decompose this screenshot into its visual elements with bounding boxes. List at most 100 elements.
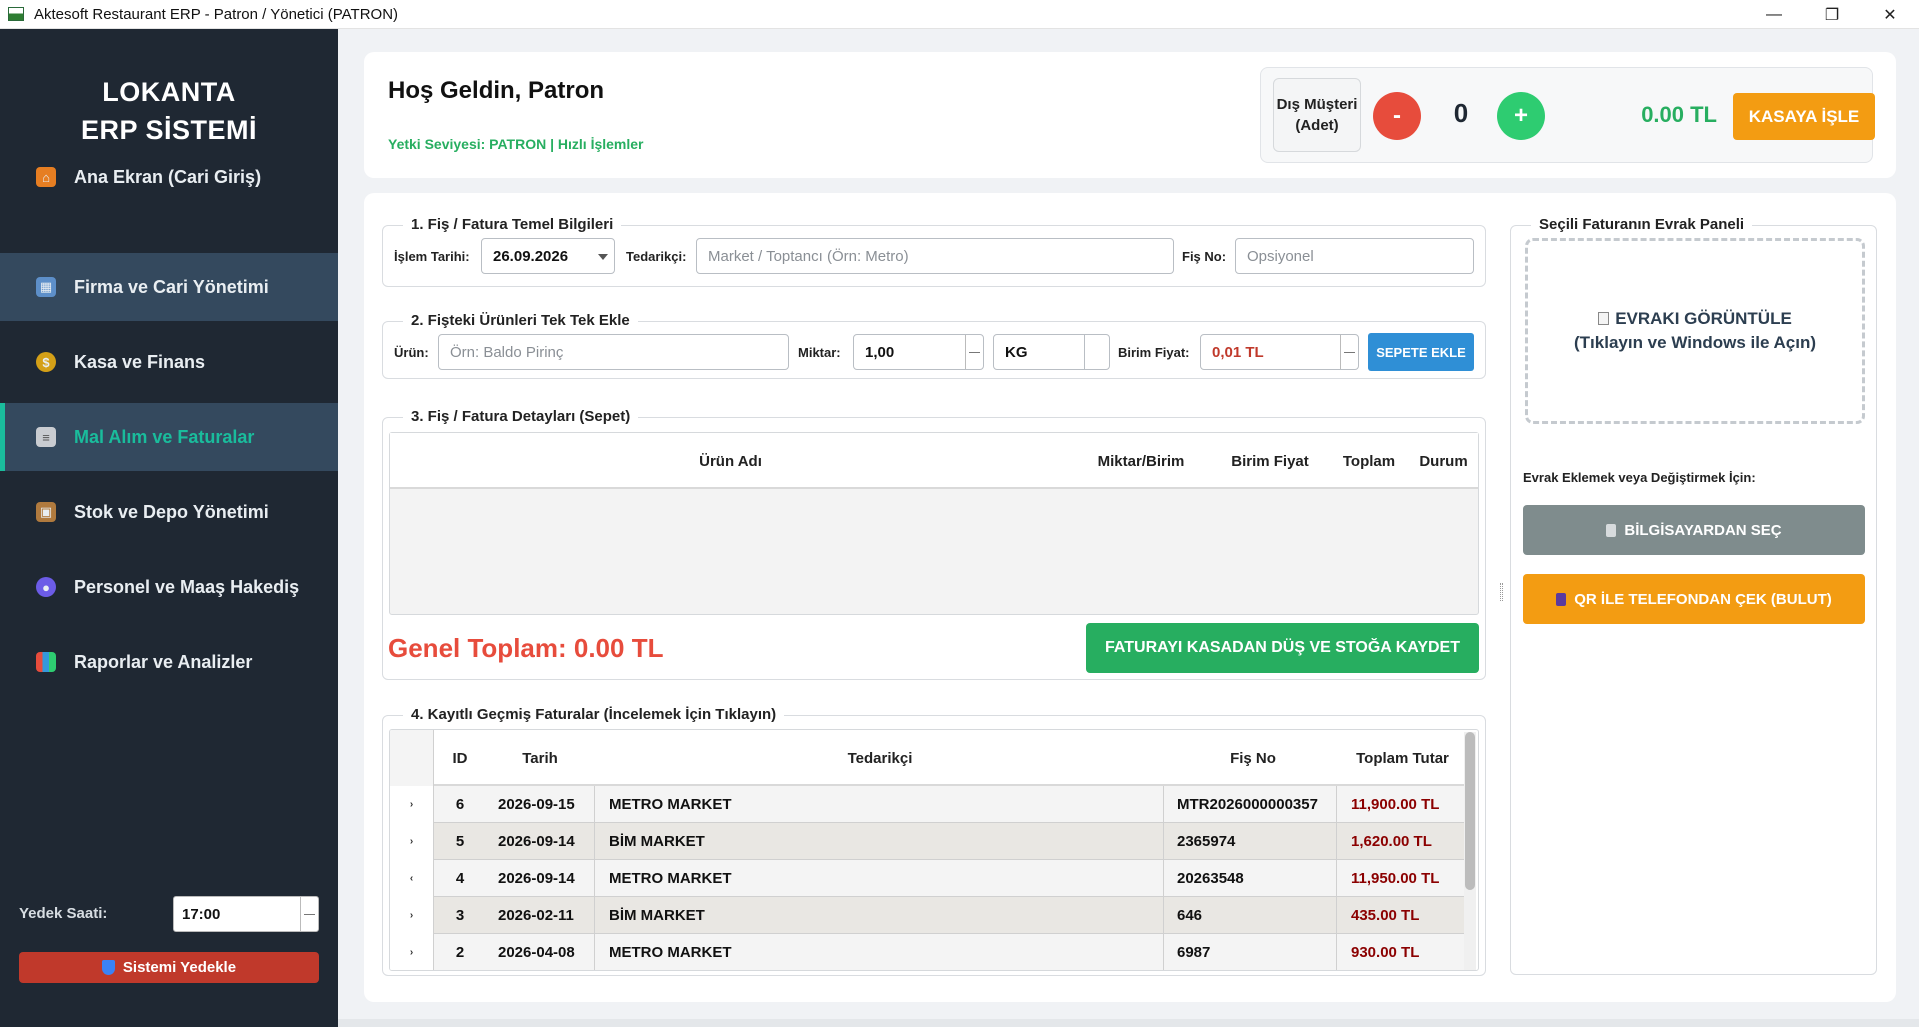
cell-divider	[1163, 786, 1164, 823]
table-row[interactable]: › 2 2026-04-08 METRO MARKET 6987 930.00 …	[390, 934, 1465, 970]
col-product-name[interactable]: Ürün Adı	[390, 433, 1071, 489]
shield-icon	[101, 960, 115, 975]
cell-id: 2	[455, 944, 465, 961]
increment-button[interactable]: +	[1497, 92, 1545, 140]
cell-divider	[594, 897, 595, 934]
cell-total-amount: 435.00 TL	[1351, 907, 1420, 924]
product-label: Ürün:	[394, 345, 429, 360]
panel-splitter-handle[interactable]	[1500, 583, 1503, 601]
cell-divider	[594, 786, 595, 823]
quantity-stepper[interactable]: 1,00	[853, 334, 984, 370]
col-supplier[interactable]: Tedarikçi	[594, 730, 1166, 786]
minimize-button[interactable]: —	[1745, 0, 1803, 29]
bar-chart-icon	[36, 652, 56, 672]
add-to-cart-button[interactable]: SEPETE EKLE	[1368, 333, 1474, 371]
sidebar-item-label: Mal Alım ve Faturalar	[74, 426, 255, 447]
sidebar-item-purchases[interactable]: ≡ Mal Alım ve Faturalar	[0, 403, 338, 471]
select-from-computer-button[interactable]: BİLGİSAYARDAN SEÇ	[1523, 505, 1865, 555]
row-header[interactable]: ›	[390, 934, 434, 970]
quantity-value: 1,00	[865, 343, 895, 361]
row-header[interactable]: ›	[390, 786, 434, 823]
chevron-down-icon[interactable]	[598, 254, 608, 260]
cell-total-amount: 1,620.00 TL	[1351, 833, 1432, 850]
vertical-scrollbar[interactable]	[1464, 732, 1476, 970]
doc-panel-title: Seçili Faturanın Evrak Paneli	[1531, 216, 1753, 233]
sidebar-item-home[interactable]: ⌂ Ana Ekran (Cari Giriş)	[0, 143, 338, 211]
product-placeholder: Örn: Baldo Pirinç	[450, 343, 564, 361]
col-unit-price[interactable]: Birim Fiyat	[1211, 433, 1329, 489]
backup-time-label: Yedek Saati:	[19, 905, 108, 922]
col-total-amount[interactable]: Toplam Tutar	[1340, 730, 1465, 786]
sidebar-item-label: Stok ve Depo Yönetimi	[74, 501, 269, 522]
cell-divider	[594, 823, 595, 860]
col-receipt-no[interactable]: Fiş No	[1166, 730, 1340, 786]
table-row[interactable]: › 6 2026-09-15 METRO MARKET MTR202600000…	[390, 786, 1465, 823]
house-icon: ⌂	[36, 167, 56, 187]
cell-supplier: METRO MARKET	[609, 870, 732, 887]
maximize-button[interactable]: ❐	[1803, 0, 1861, 29]
scrollbar-thumb[interactable]	[1465, 732, 1475, 890]
view-document-label: EVRAKI GÖRÜNTÜLE	[1615, 309, 1792, 328]
header-card: Hoş Geldin, Patron Yetki Seviyesi: PATRO…	[364, 52, 1896, 178]
cell-divider	[594, 860, 595, 897]
col-status[interactable]: Durum	[1409, 433, 1478, 489]
row-header[interactable]: ‹	[390, 860, 434, 897]
col-total[interactable]: Toplam	[1329, 433, 1409, 489]
guest-count: 0	[1453, 98, 1469, 128]
unit-price-stepper[interactable]: 0,01 TL	[1200, 334, 1359, 370]
time-stepper[interactable]	[300, 897, 318, 931]
cell-id: 5	[455, 833, 465, 850]
cell-divider	[1336, 860, 1337, 897]
col-date[interactable]: Tarih	[486, 730, 594, 786]
backup-time-input[interactable]: 17:00	[173, 896, 319, 932]
receipt-no-input[interactable]: Opsiyonel	[1235, 238, 1474, 274]
money-bag-icon: $	[36, 352, 56, 372]
window-title: Aktesoft Restaurant ERP - Patron / Yönet…	[34, 5, 399, 23]
sidebar-item-finance[interactable]: $ Kasa ve Finans	[0, 328, 338, 396]
unit-select[interactable]: KG	[993, 334, 1110, 370]
product-input[interactable]: Örn: Baldo Pirinç	[438, 334, 789, 370]
date-picker[interactable]: 26.09.2026	[481, 238, 615, 274]
guest-amount: 0.00 TL	[1641, 102, 1717, 127]
backup-button[interactable]: Sistemi Yedekle	[19, 952, 319, 983]
view-document-hint: (Tıklayın ve Windows ile Açın)	[1574, 333, 1816, 352]
cell-divider	[1336, 934, 1337, 970]
qr-phone-capture-button[interactable]: QR İLE TELEFONDAN ÇEK (BULUT)	[1523, 574, 1865, 624]
table-row[interactable]: › 5 2026-09-14 BİM MARKET 2365974 1,620.…	[390, 823, 1465, 860]
table-row[interactable]: ‹ 4 2026-09-14 METRO MARKET 20263548 11,…	[390, 860, 1465, 897]
guest-label-line-2: (Adet)	[1295, 117, 1339, 134]
row-header[interactable]: ›	[390, 823, 434, 860]
price-spin-buttons[interactable]	[1340, 335, 1358, 369]
col-id[interactable]: ID	[434, 730, 486, 786]
decrement-button[interactable]: -	[1373, 92, 1421, 140]
close-button[interactable]: ✕	[1861, 0, 1919, 29]
sidebar-item-reports[interactable]: Raporlar ve Analizler	[0, 628, 338, 696]
receipt-icon: ≡	[36, 427, 56, 447]
clip-icon	[1606, 523, 1617, 537]
sidebar-item-label: Firma ve Cari Yönetimi	[74, 276, 269, 297]
row-header[interactable]: ›	[390, 897, 434, 934]
view-document-area[interactable]: EVRAKI GÖRÜNTÜLE (Tıklayın ve Windows il…	[1525, 238, 1865, 424]
table-row[interactable]: › 3 2026-02-11 BİM MARKET 646 435.00 TL	[390, 897, 1465, 934]
col-quantity-unit[interactable]: Miktar/Birim	[1071, 433, 1211, 489]
window-controls: — ❐ ✕	[1745, 0, 1919, 29]
cell-receipt-no: 646	[1177, 907, 1203, 924]
cell-supplier: METRO MARKET	[609, 944, 732, 961]
brand-logo: LOKANTA ERP SİSTEMİ	[0, 73, 338, 149]
cell-receipt-no: 6987	[1177, 944, 1211, 961]
register-button[interactable]: KASAYA İŞLE	[1733, 93, 1875, 140]
save-invoice-button[interactable]: FATURAYI KASADAN DÜŞ VE STOĞA KAYDET	[1086, 623, 1479, 673]
supplier-input[interactable]: Market / Toptancı (Örn: Metro)	[696, 238, 1174, 274]
supplier-placeholder: Market / Toptancı (Örn: Metro)	[708, 247, 909, 265]
app-icon	[8, 7, 24, 21]
sidebar-item-companies[interactable]: ▦ Firma ve Cari Yönetimi	[0, 253, 338, 321]
quantity-spin-buttons[interactable]	[965, 335, 983, 369]
sidebar-item-personnel[interactable]: ● Personel ve Maaş Hakediş	[0, 553, 338, 621]
receipt-no-label: Fiş No:	[1182, 249, 1227, 264]
unit-dropdown-toggle[interactable]	[1084, 335, 1085, 369]
cell-id: 4	[455, 870, 465, 887]
section-1-title: 1. Fiş / Fatura Temel Bilgileri	[403, 216, 622, 233]
cell-total-amount: 930.00 TL	[1351, 944, 1420, 961]
sidebar-item-stock[interactable]: ▣ Stok ve Depo Yönetimi	[0, 478, 338, 546]
cart-table: Ürün Adı Miktar/Birim Birim Fiyat Toplam…	[389, 432, 1479, 615]
